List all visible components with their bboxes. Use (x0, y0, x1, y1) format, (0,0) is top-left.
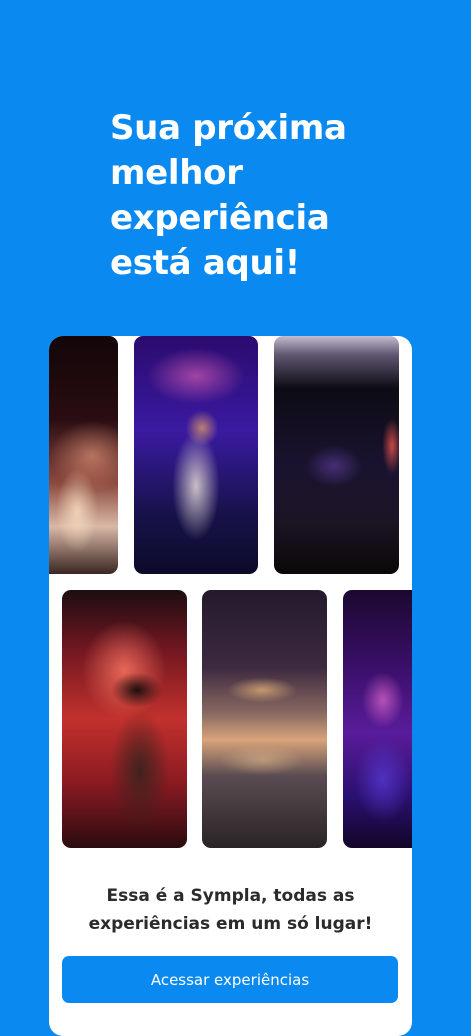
hero-headline-line: experiência (110, 198, 330, 238)
onboarding-card: Essa é a Sympla, todas as experiências e… (49, 336, 412, 1036)
museum-building-photo (202, 590, 327, 848)
cowgirl-singer-photo (62, 590, 187, 848)
hero-headline: Sua próxima melhor experiência está aqui… (110, 106, 440, 286)
hero-headline-line: Sua próxima (110, 108, 347, 148)
concert-crowd-photo (49, 336, 118, 574)
hero-headline-line: está aqui! (110, 243, 300, 283)
access-experiences-button[interactable]: Acessar experiências (62, 956, 398, 1003)
tagline-line: Essa é a Sympla, todas as (106, 886, 355, 906)
singer-microphone-photo (134, 336, 258, 574)
tagline: Essa é a Sympla, todas as experiências e… (49, 882, 412, 938)
party-crowd-photo (343, 590, 412, 848)
tagline-line: experiências em um só lugar! (88, 914, 373, 934)
hero-headline-line: melhor (110, 153, 243, 193)
conference-stage-photo (274, 336, 399, 574)
